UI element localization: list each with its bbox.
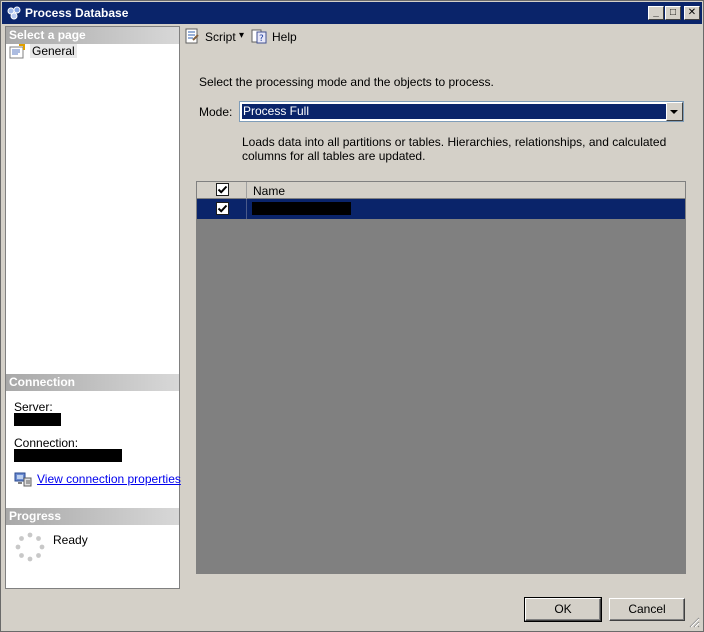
row-check-cell [197,199,247,219]
cancel-button[interactable]: Cancel [609,598,685,621]
grid-header: Name [197,182,685,199]
mode-select[interactable]: Process Full [239,101,684,122]
svg-text:?: ? [259,34,264,44]
select-all-checkbox[interactable] [216,183,229,196]
help-label: Help [272,30,297,44]
page-item-label: General [30,44,77,58]
cube-app-icon [7,6,21,20]
row-checkbox[interactable] [216,202,229,215]
select-page-header: Select a page [6,27,179,44]
toolbar: Script ▾ ? Help [181,26,701,48]
dropdown-arrow-icon [670,110,678,114]
objects-grid[interactable]: Name [196,181,686,574]
left-pane: Select a page General Connection Server:… [5,26,181,589]
help-button[interactable]: ? Help [251,28,297,46]
connection-value-redacted [14,449,122,462]
connection-header: Connection [6,374,179,391]
row-name-redacted [252,202,351,215]
resize-grip-icon[interactable] [688,616,700,628]
script-button[interactable]: Script ▾ [184,28,246,46]
page-icon [9,44,25,59]
name-column-header[interactable]: Name [253,184,285,198]
connection-properties-icon [14,472,32,487]
close-button[interactable]: ✕ [684,6,700,20]
select-all-column[interactable] [197,182,247,199]
ok-button[interactable]: OK [524,597,602,622]
mode-label: Mode: [199,105,233,119]
table-row[interactable] [197,199,685,219]
checkmark-icon [217,204,228,213]
instruction-text: Select the processing mode and the objec… [199,75,494,89]
progress-header: Progress [6,508,179,525]
mode-description: Loads data into all partitions or tables… [242,135,667,163]
minimize-button[interactable]: _ [648,6,664,20]
script-label: Script [205,30,236,44]
process-database-dialog: Process Database _ □ ✕ Select a page Gen… [0,0,704,632]
server-value-redacted [14,413,61,426]
mode-dropdown-button[interactable] [666,102,683,121]
mode-selected-value: Process Full [242,104,666,119]
checkmark-icon [217,185,228,194]
script-icon [185,28,199,44]
view-connection-properties-label[interactable]: View connection properties [37,472,181,486]
progress-status: Ready [53,533,88,547]
help-icon: ? [251,29,267,44]
maximize-button[interactable]: □ [665,6,681,20]
button-bar: OK Cancel [1,591,703,631]
chevron-down-icon[interactable]: ▾ [239,30,244,41]
server-label: Server: [14,400,53,414]
main-pane: Select the processing mode and the objec… [181,49,701,589]
title-bar[interactable]: Process Database _ □ ✕ [2,2,702,24]
window-title: Process Database [25,6,129,20]
connection-label: Connection: [14,436,79,450]
progress-spinner-icon [15,532,45,562]
